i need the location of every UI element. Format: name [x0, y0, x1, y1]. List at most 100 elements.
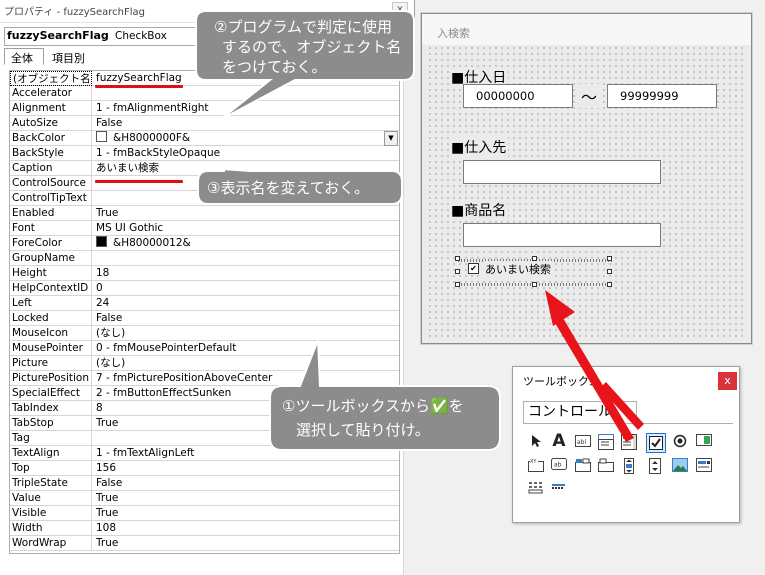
property-name: Locked: [10, 311, 92, 326]
property-row[interactable]: Left 24: [10, 296, 399, 311]
property-value[interactable]: False: [94, 476, 399, 491]
property-value[interactable]: [94, 86, 399, 101]
close-icon[interactable]: x: [392, 2, 408, 18]
date-from-textbox[interactable]: 00000000: [463, 84, 573, 108]
dropdown-arrow-icon[interactable]: ▼: [384, 131, 398, 146]
property-row[interactable]: Height 18: [10, 266, 399, 281]
property-value[interactable]: 0 - fmMousePointerDefault: [94, 341, 399, 356]
textbox-tool-icon[interactable]: abl: [574, 434, 592, 452]
property-row[interactable]: Picture (なし): [10, 356, 399, 371]
additional-control-tool-icon[interactable]: [527, 481, 545, 499]
property-row[interactable]: Value True: [10, 491, 399, 506]
spinbutton-tool-icon[interactable]: [646, 458, 664, 476]
combobox-tool-icon[interactable]: [597, 434, 615, 452]
toolbox-window[interactable]: ツールボックス x コントロール A abl XY ab: [512, 366, 740, 523]
property-row[interactable]: TripleState False: [10, 476, 399, 491]
userform-canvas[interactable]: ■仕入日 00000000 ～ 99999999 ■仕入先 ■商品名 ✔ あいま…: [427, 45, 745, 337]
multipage-tool-icon[interactable]: [597, 458, 615, 476]
property-row[interactable]: TextAlign 1 - fmTextAlignLeft: [10, 446, 399, 461]
fuzzy-search-checkbox[interactable]: ✔ あいまい検索: [460, 259, 610, 279]
frame-tool-icon[interactable]: XY: [527, 458, 545, 476]
toggle-button-tool-icon[interactable]: [695, 434, 713, 452]
property-row[interactable]: BackColor &H8000000F& ▼: [10, 131, 399, 146]
resize-handle[interactable]: [455, 256, 460, 261]
property-value[interactable]: True: [94, 491, 399, 506]
property-value[interactable]: &H80000012&: [94, 236, 399, 251]
label-product[interactable]: ■商品名: [449, 200, 509, 220]
property-row[interactable]: GroupName: [10, 251, 399, 266]
property-value[interactable]: 24: [94, 296, 399, 311]
resize-handle[interactable]: [532, 256, 537, 261]
date-to-textbox[interactable]: 99999999: [607, 84, 717, 108]
checkbox-tool-icon[interactable]: [646, 433, 666, 453]
property-value[interactable]: True: [94, 536, 399, 551]
property-row[interactable]: PicturePosition 7 - fmPicturePositionAbov…: [10, 371, 399, 386]
tabstrip-tool-icon[interactable]: [574, 458, 592, 476]
property-value[interactable]: 1 - fmAlignmentRight: [94, 101, 399, 116]
property-value[interactable]: 0: [94, 281, 399, 296]
property-value[interactable]: 18: [94, 266, 399, 281]
property-row[interactable]: BackStyle 1 - fmBackStyleOpaque: [10, 146, 399, 161]
property-value[interactable]: False: [94, 116, 399, 131]
property-row[interactable]: Visible True: [10, 506, 399, 521]
product-textbox[interactable]: [463, 223, 661, 247]
property-row[interactable]: Alignment 1 - fmAlignmentRight: [10, 101, 399, 116]
resize-handle[interactable]: [455, 269, 460, 274]
property-value[interactable]: &H8000000F& ▼: [94, 131, 399, 146]
property-value[interactable]: 7 - fmPicturePositionAboveCenter: [94, 371, 399, 386]
property-row[interactable]: Enabled True: [10, 206, 399, 221]
property-row[interactable]: Caption あいまい検索: [10, 161, 399, 176]
label-supplier[interactable]: ■仕入先: [449, 137, 509, 157]
image-tool-icon[interactable]: [671, 458, 689, 476]
additional-control-2-tool-icon[interactable]: [550, 481, 568, 499]
listbox-tool-icon[interactable]: [620, 434, 638, 452]
tab-categorized[interactable]: 項目別: [46, 49, 94, 66]
property-row[interactable]: Width 108: [10, 521, 399, 536]
option-button-tool-icon[interactable]: [671, 434, 689, 452]
property-row[interactable]: HelpContextID 0: [10, 281, 399, 296]
property-name: SpecialEffect: [10, 386, 92, 401]
resize-handle[interactable]: [607, 282, 612, 287]
checkbox-box[interactable]: ✔: [468, 263, 479, 274]
property-value[interactable]: 156: [94, 461, 399, 476]
toolbox-close-button[interactable]: x: [718, 372, 737, 390]
supplier-textbox[interactable]: [463, 160, 661, 184]
resize-handle[interactable]: [532, 282, 537, 287]
property-value[interactable]: 108: [94, 521, 399, 536]
property-row[interactable]: Locked False: [10, 311, 399, 326]
refedit-tool-icon[interactable]: [695, 458, 713, 476]
property-row[interactable]: MouseIcon (なし): [10, 326, 399, 341]
property-row[interactable]: Accelerator: [10, 86, 399, 101]
scrollbar-tool-icon[interactable]: [620, 458, 638, 476]
property-row[interactable]: ForeColor &H80000012&: [10, 236, 399, 251]
property-row[interactable]: MousePointer 0 - fmMousePointerDefault: [10, 341, 399, 356]
property-value[interactable]: あいまい検索: [94, 161, 399, 176]
property-value[interactable]: 1 - fmBackStyleOpaque: [94, 146, 399, 161]
property-value[interactable]: MS UI Gothic: [94, 221, 399, 236]
resize-handle[interactable]: [607, 269, 612, 274]
command-button-tool-icon[interactable]: ab: [550, 458, 568, 476]
property-value[interactable]: (なし): [94, 356, 399, 371]
tab-controls[interactable]: コントロール: [523, 401, 637, 423]
property-value[interactable]: (なし): [94, 326, 399, 341]
resize-handle[interactable]: [607, 256, 612, 261]
property-row[interactable]: AutoSize False: [10, 116, 399, 131]
property-name: TabIndex: [10, 401, 92, 416]
property-value[interactable]: 1 - fmTextAlignLeft: [94, 446, 399, 461]
property-value[interactable]: False: [94, 311, 399, 326]
property-value[interactable]: True: [94, 506, 399, 521]
property-value[interactable]: [94, 251, 399, 266]
property-row[interactable]: Top 156: [10, 461, 399, 476]
select-objects-tool-icon[interactable]: [527, 434, 545, 452]
property-row[interactable]: WordWrap True: [10, 536, 399, 551]
userform[interactable]: 入検索 ■仕入日 00000000 ～ 99999999 ■仕入先 ■商品名 ✔…: [421, 13, 752, 344]
resize-handle[interactable]: [455, 282, 460, 287]
vertical-scrollbar[interactable]: [403, 22, 415, 575]
property-value[interactable]: True: [94, 206, 399, 221]
property-row[interactable]: Font MS UI Gothic: [10, 221, 399, 236]
tilde-label[interactable]: ～: [579, 84, 600, 108]
property-row[interactable]: (オブジェクト名) fuzzySearchFlag: [10, 71, 399, 86]
property-name: Width: [10, 521, 92, 536]
label-tool-icon[interactable]: A: [550, 432, 568, 450]
tab-alphabetic[interactable]: 全体: [4, 48, 44, 65]
